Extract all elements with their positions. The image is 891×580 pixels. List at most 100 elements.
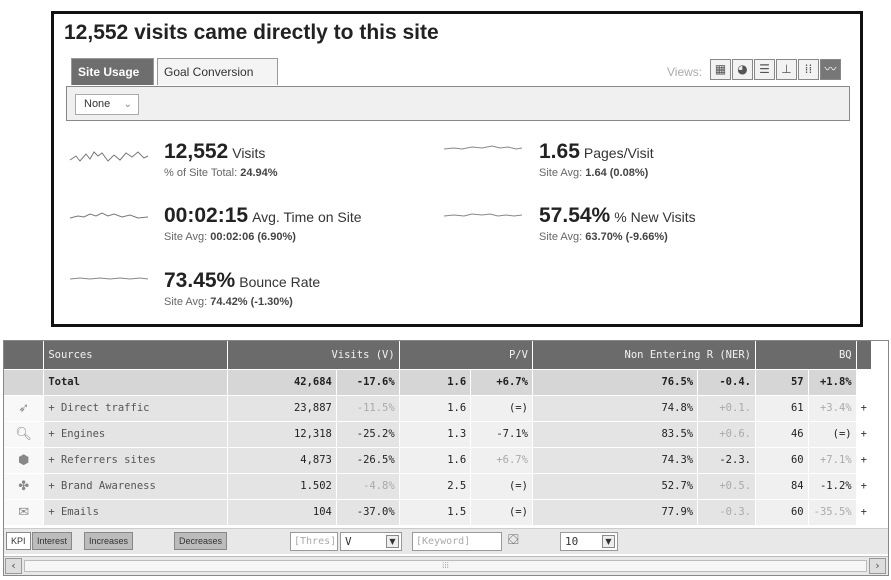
referrer-icon: ⬢ [4, 447, 45, 474]
row-label[interactable]: + Emails [43, 499, 228, 526]
row-ner: 52.7% [532, 473, 699, 500]
row-bq-change: +7.1% [808, 447, 857, 474]
table-row[interactable]: ➶ + Direct traffic 23,887 -11.5% 1.6 (=)… [4, 395, 873, 422]
table-row[interactable]: ⬢ + Referrers sites 4,873 -26.5% 1.6 +6.… [4, 447, 873, 474]
row-label[interactable]: + Referrers sites [43, 447, 228, 474]
views-label: Views: [667, 65, 703, 79]
chevron-down-icon[interactable]: ▼ [386, 535, 399, 548]
keyword-input[interactable]: [Keyword] [412, 532, 502, 551]
sources-column-header[interactable]: Sources [43, 341, 228, 370]
metric-select-value: V [345, 535, 352, 548]
comparison-view-icon[interactable]: ⊥ [776, 59, 797, 80]
row-ner-change: +0.5. [697, 473, 756, 500]
ner-column-header[interactable]: Non Entering R (NER) [532, 341, 756, 370]
filter-bar: None ⌄ [66, 86, 850, 121]
total-visits: 42,684 [227, 369, 337, 396]
metric-new-visits: 57.54%% New Visits Site Avg: 63.70% (-9.… [539, 204, 696, 243]
header-spacer [856, 341, 873, 370]
time-on-site-sub-text: Site Avg: [164, 231, 208, 243]
bounce-rate-sub-value: 74.42% (-1.30%) [210, 296, 293, 308]
expand-plus-icon[interactable]: + [856, 447, 873, 474]
row-visits-change: -37.0% [336, 499, 400, 526]
row-bq-change: -35.5% [808, 499, 857, 526]
metric-select[interactable]: V ▼ [340, 532, 402, 551]
pv-column-header[interactable]: P/V [399, 341, 533, 370]
total-bq: 57 [755, 369, 809, 396]
puzzle-icon: ✤ [4, 473, 45, 500]
tab-interest[interactable]: Interest [32, 532, 73, 550]
metric-visits: 12,552 Visits % of Site Total: 24.94% [164, 140, 278, 179]
pages-visit-sub-value: 1.64 (0.08%) [585, 167, 649, 179]
bq-column-header[interactable]: BQ [755, 341, 857, 370]
row-pv: 1.3 [399, 421, 472, 448]
new-visits-sub-value: 63.70% (-9.66%) [585, 231, 668, 243]
tab-increases[interactable]: Increases [84, 532, 134, 550]
sources-table-panel: Sources Visits (V) P/V Non Entering R (N… [3, 340, 889, 576]
table-row[interactable]: ✤ + Brand Awareness 1.502 -4.8% 2.5 (=) … [4, 473, 873, 500]
row-ner: 74.8% [532, 395, 699, 422]
pages-visit-value: 1.65 [539, 140, 580, 163]
threshold-input[interactable]: [Thres] [290, 532, 338, 551]
visits-sub-text: % of Site Total: [164, 167, 238, 179]
new-visits-label: % New Visits [614, 209, 696, 225]
bounce-rate-sparkline [69, 277, 149, 280]
row-bq-change: (=) [808, 421, 857, 448]
metric-time-on-site: 00:02:15 Avg. Time on Site Site Avg: 00:0… [164, 204, 362, 243]
table-view-icon[interactable]: ▦ [710, 59, 731, 80]
pie-view-icon[interactable]: ◕ [732, 59, 753, 80]
views-toolbar: ▦ ◕ ☰ ⊥ ⁞⁞ 〰 [710, 59, 841, 80]
tab-site-usage[interactable]: Site Usage [71, 58, 154, 85]
bounce-rate-value: 73.45% [164, 269, 236, 292]
segment-select-value: None [84, 98, 111, 110]
bounce-rate-sub-text: Site Avg: [164, 296, 208, 308]
total-label: Total [43, 369, 228, 396]
page-title: 12,552 visits came directly to this site [64, 21, 439, 44]
expand-plus-icon[interactable]: + [856, 395, 873, 422]
total-bq-change: +1.8% [808, 369, 857, 396]
scrollbar-thumb[interactable]: ⁞⁞⁞ [24, 560, 867, 572]
sparkline-view-icon[interactable]: 〰 [820, 59, 841, 80]
pages-visit-sub-text: Site Avg: [539, 167, 583, 179]
visits-column-header[interactable]: Visits (V) [227, 341, 400, 370]
total-pv-change: +6.7% [470, 369, 533, 396]
row-pv-change: -7.1% [470, 421, 533, 448]
row-bq: 60 [755, 447, 809, 474]
tab-goal-conversion[interactable]: Goal Conversion [157, 58, 278, 85]
icon-column-header [4, 341, 45, 370]
table-row[interactable]: 🔍︎ + Engines 12,318 -25.2% 1.3 -7.1% 83.… [4, 421, 873, 448]
row-visits: 4,873 [227, 447, 337, 474]
bar-view-icon[interactable]: ☰ [754, 59, 775, 80]
time-on-site-label: Avg. Time on Site [252, 209, 362, 225]
filter-box-icon[interactable]: ⛋ [508, 532, 519, 548]
expand-plus-icon[interactable]: + [856, 499, 873, 526]
pivot-view-icon[interactable]: ⁞⁞ [798, 59, 819, 80]
tab-kpi[interactable]: KPI [6, 532, 31, 550]
scroll-right-icon[interactable]: › [869, 558, 886, 574]
rows-select[interactable]: 10 ▼ [560, 532, 618, 551]
row-visits-change: -4.8% [336, 473, 400, 500]
row-label[interactable]: + Direct traffic [43, 395, 228, 422]
scroll-left-icon[interactable]: ‹ [5, 558, 22, 574]
table-row[interactable]: ✉ + Emails 104 -37.0% 1.5 (=) 77.9% -0.3… [4, 499, 873, 526]
chevron-down-icon[interactable]: ▼ [602, 535, 615, 548]
row-label[interactable]: + Engines [43, 421, 228, 448]
row-visits-change: -11.5% [336, 395, 400, 422]
segment-select[interactable]: None ⌄ [75, 94, 139, 115]
visits-value: 12,552 [164, 140, 229, 163]
table-footer-bar: KPI Interest Increases Decreases [Thres]… [4, 528, 888, 554]
row-ner: 83.5% [532, 421, 699, 448]
tab-decreases[interactable]: Decreases [174, 532, 228, 550]
total-row: Total 42,684 -17.6% 1.6 +6.7% 76.5% -0.4… [4, 369, 873, 396]
horizontal-scrollbar[interactable]: ‹ ⁞⁞⁞ › [4, 556, 888, 575]
new-visits-value: 57.54% [539, 204, 611, 227]
row-bq: 46 [755, 421, 809, 448]
expand-plus-icon[interactable]: + [856, 421, 873, 448]
email-icon: ✉ [4, 499, 45, 526]
sources-table: Sources Visits (V) P/V Non Entering R (N… [4, 341, 873, 526]
row-label[interactable]: + Brand Awareness [43, 473, 228, 500]
total-visits-change: -17.6% [336, 369, 400, 396]
row-ner: 74.3% [532, 447, 699, 474]
expand-plus-icon[interactable]: + [856, 473, 873, 500]
row-visits: 23,887 [227, 395, 337, 422]
total-icon-cell [4, 369, 45, 396]
